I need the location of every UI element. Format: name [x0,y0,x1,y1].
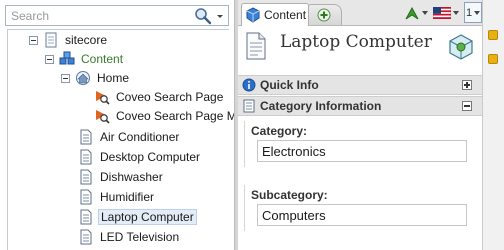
validation-warning-icon[interactable] [488,54,498,64]
search-box [5,5,229,26]
add-tab-icon [317,8,331,22]
tree-node-led-television[interactable]: LED Television [78,228,181,246]
chevron-down-icon [422,11,428,15]
document-icon [80,229,92,245]
tree-node-dishwasher[interactable]: Dishwasher [78,168,165,186]
tree-node-sitecore[interactable]: sitecore [29,31,109,49]
document-icon [80,149,92,165]
tree-node-label: Desktop Computer [100,150,201,164]
content-tree: sitecore Content Home Coveo Search Page … [7,29,253,250]
tab-content[interactable]: Content [241,3,309,26]
tree-node-label: Humidifier [100,190,155,204]
item-document-icon [246,32,266,60]
content-cubes-icon [59,51,75,65]
search-page-icon [96,110,110,124]
navigate-arrow-icon [405,6,419,20]
document-icon [80,129,92,145]
tree-node-label: LED Television [100,230,180,244]
tree-node-label: Air Conditioner [100,130,180,144]
tree-node-air-conditioner[interactable]: Air Conditioner [78,128,181,146]
tree-node-label: Coveo Search Page [116,90,224,104]
tree-node-label: Home [97,71,130,85]
subcategory-field[interactable] [257,204,467,226]
search-input[interactable] [6,6,190,25]
navigate-dropdown-button[interactable] [404,4,430,22]
tree-node-coveo-search-page-mvc[interactable]: Coveo Search Page MVC [94,107,255,125]
tree-node-label-selected: Laptop Computer [98,209,197,225]
tree-node-humidifier[interactable]: Humidifier [78,188,156,206]
info-icon [242,78,256,92]
sitecore-icon [45,32,57,48]
document-icon [80,209,92,225]
tree-node-label: sitecore [65,33,108,47]
search-icon[interactable] [194,7,212,25]
section-document-icon [243,99,255,113]
validation-gutter [482,0,504,250]
search-options-dropdown[interactable] [213,7,227,25]
section-quick-info[interactable]: Quick Info [238,75,482,95]
tree-node-content[interactable]: Content [45,50,125,68]
collapse-section-icon[interactable] [462,101,472,111]
category-field[interactable] [257,140,467,162]
content-cube-icon [246,7,260,23]
tree-node-coveo-search-page[interactable]: Coveo Search Page [94,88,225,106]
add-tab-button[interactable] [308,4,342,25]
tree-node-desktop-computer[interactable]: Desktop Computer [78,148,202,166]
field-label-category: Category: [251,124,308,138]
tree-node-label: Content [81,52,124,66]
section-title: Quick Info [260,78,319,92]
collapse-toggle[interactable] [29,35,38,45]
chevron-down-icon [474,10,481,15]
tree-node-laptop-computer[interactable]: Laptop Computer [78,208,197,226]
search-page-icon [96,91,110,105]
section-title: Category Information [260,99,382,113]
document-icon [80,169,92,185]
expand-section-icon[interactable] [462,80,472,90]
collapse-toggle[interactable] [61,73,70,83]
field-label-subcategory: Subcategory: [251,188,328,202]
tree-node-label: Dishwasher [100,170,163,184]
chevron-down-icon [453,11,459,15]
content-tree-pane: sitecore Content Home Coveo Search Page … [0,0,253,250]
home-icon [76,71,90,85]
tree-node-home[interactable]: Home [61,69,131,87]
section-category-information[interactable]: Category Information [238,96,482,116]
us-flag-icon [433,7,451,19]
tab-content-label: Content [264,8,307,22]
collapse-toggle[interactable] [45,54,54,64]
language-dropdown-button[interactable] [433,4,461,22]
template-cube-icon[interactable] [448,33,474,61]
validation-warning-icon[interactable] [488,30,498,40]
item-header: Laptop Computer [238,27,482,73]
item-title: Laptop Computer [280,32,432,52]
version-dropdown-button[interactable]: 1 [464,2,482,23]
document-icon [80,189,92,205]
version-label: 1 [465,6,473,19]
category-information-fields: Category: Subcategory: [238,117,482,250]
editor-tabstrip: Content 1 [238,0,482,26]
content-editor-pane: Content 1 Laptop Computer Quick Info Cat… [238,0,482,250]
